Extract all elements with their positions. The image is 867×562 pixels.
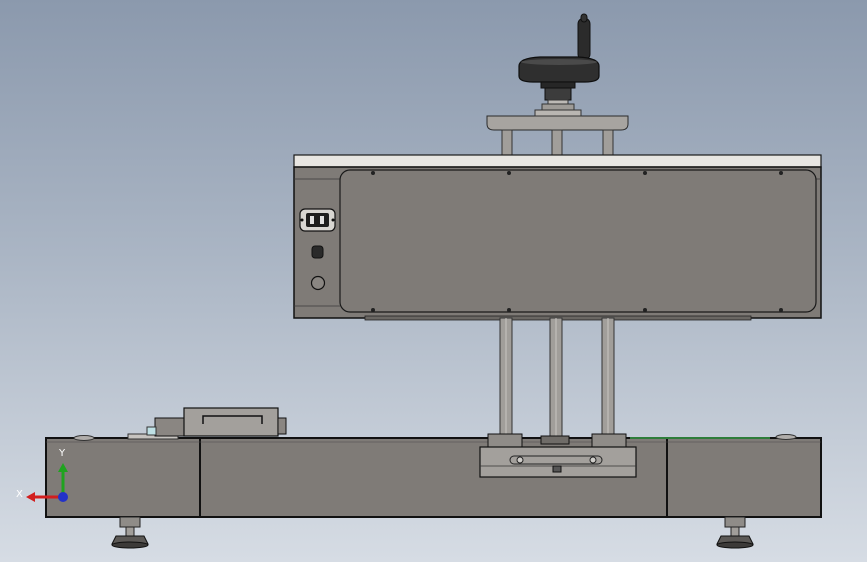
cad-viewport[interactable]: X Y	[0, 0, 867, 562]
sealing-head-housing[interactable]	[293, 154, 822, 321]
fuse-holder[interactable]	[311, 245, 324, 259]
leveling-foot-right[interactable]	[716, 516, 754, 549]
control-box[interactable]	[127, 407, 287, 440]
leveling-foot-left[interactable]	[111, 516, 149, 549]
triad-z-axis	[58, 492, 68, 502]
handwheel-handle[interactable]	[577, 17, 591, 61]
housing-top-strip	[293, 154, 822, 168]
lift-carriage[interactable]	[479, 433, 637, 478]
power-indicator[interactable]	[310, 275, 326, 291]
base-frame[interactable]	[45, 437, 822, 518]
power-socket[interactable]	[299, 208, 336, 232]
conveyor-base[interactable]	[45, 434, 822, 518]
top-plate[interactable]	[486, 115, 629, 131]
upper-guide-rods	[501, 129, 614, 157]
housing-front-panel[interactable]	[339, 169, 817, 313]
triad-x-label: X	[16, 489, 23, 500]
handwheel-assembly[interactable]	[518, 13, 600, 111]
triad-y-label: Y	[58, 448, 66, 459]
handwheel-hub	[544, 87, 572, 101]
model-canvas[interactable]: X Y	[0, 0, 867, 562]
lower-guide-rods	[499, 317, 615, 437]
